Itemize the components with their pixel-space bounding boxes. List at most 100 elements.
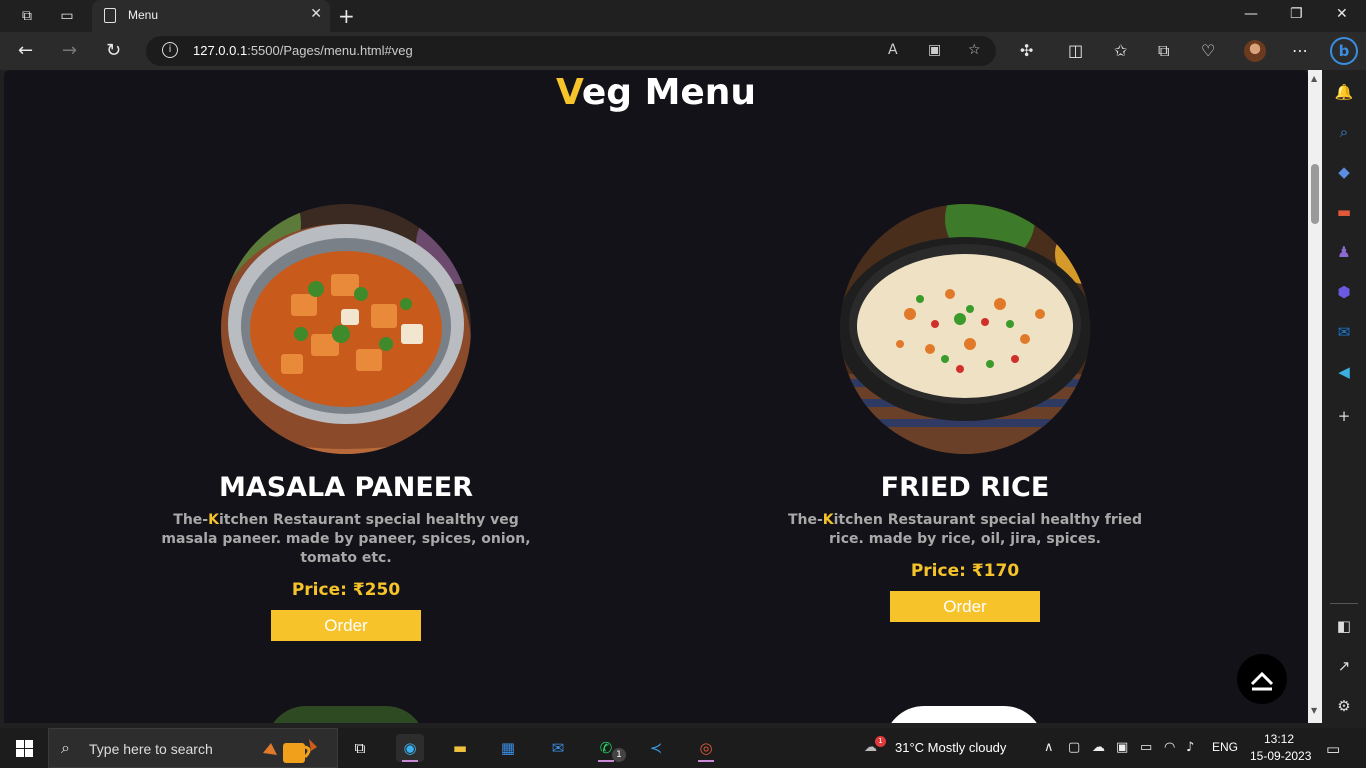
url-path: :5500/Pages/menu.html#veg: [247, 43, 413, 58]
site-info-icon[interactable]: i: [162, 42, 178, 58]
menu-card-fried-rice: FRIED RICE The-Kitchen Restaurant specia…: [755, 204, 1175, 622]
settings-gear-icon[interactable]: ⚙: [1334, 696, 1354, 716]
search-placeholder: Type here to search: [89, 741, 213, 757]
new-tab-icon[interactable]: +: [338, 4, 355, 28]
search-icon: ⌕: [61, 738, 70, 757]
menu-card-masala-paneer: MASALA PANEER The-Kitchen Restaurant spe…: [136, 204, 556, 641]
more-options-icon[interactable]: ⋯: [1292, 41, 1308, 60]
games-icon[interactable]: ♟: [1334, 242, 1354, 262]
scroll-up-arrow-icon[interactable]: ▲: [1311, 74, 1317, 83]
page-scrollbar[interactable]: ▲ ▼: [1308, 70, 1322, 723]
shopping-tag-icon[interactable]: ◆: [1334, 162, 1354, 182]
app-available-icon[interactable]: ▣: [928, 42, 941, 58]
notification-bell-icon[interactable]: 🔔: [1334, 82, 1354, 102]
sidebar-divider: [1330, 603, 1358, 604]
language-indicator[interactable]: ENG: [1212, 740, 1238, 754]
workspaces-icon[interactable]: ⧉: [18, 7, 36, 25]
dish-price: Price: ₹250: [291, 580, 401, 600]
mail-icon[interactable]: ✉: [544, 734, 572, 762]
desc-prefix: The-: [173, 512, 209, 528]
title-bar: ⧉ ▭ Menu ✕ + — ❐ ✕: [0, 0, 1366, 32]
page-icon: [104, 8, 116, 23]
whatsapp-icon[interactable]: ✆ 1: [592, 734, 626, 762]
weather-text[interactable]: 31°C Mostly cloudy: [895, 740, 1006, 755]
next-dish-image-partial: [266, 706, 426, 723]
show-hidden-icons-chevron-icon[interactable]: ∧: [1044, 740, 1054, 755]
extensions-icon[interactable]: ✣: [1020, 41, 1033, 60]
vscode-icon[interactable]: ≺: [642, 734, 670, 762]
profile-avatar[interactable]: [1244, 40, 1266, 62]
windows-taskbar: ⌕ Type here to search ⧉ ◉ ▬ ▦ ✉ ✆ 1 ≺ ◎ ☁…: [0, 728, 1366, 768]
taskbar-search-box[interactable]: ⌕ Type here to search: [48, 728, 338, 768]
split-screen-icon[interactable]: ◫: [1068, 41, 1083, 60]
order-button[interactable]: Order: [890, 591, 1040, 622]
fried-rice-image: [840, 204, 1090, 454]
desc-k-accent: K: [822, 512, 834, 528]
title-rest: eg Menu: [581, 72, 757, 113]
scroll-to-top-button[interactable]: [1237, 654, 1287, 704]
drop-icon[interactable]: ◀: [1334, 362, 1354, 382]
autumn-cup-icon: [263, 739, 317, 763]
battery-icon[interactable]: ▭: [1140, 740, 1152, 755]
outlook-icon[interactable]: ✉: [1334, 322, 1354, 342]
forward-icon[interactable]: →: [62, 40, 77, 61]
close-tab-icon[interactable]: ✕: [310, 6, 322, 22]
desc-k-accent: K: [208, 512, 219, 528]
meet-now-icon[interactable]: ▢: [1068, 740, 1080, 755]
edge-taskbar-icon[interactable]: ◉: [396, 734, 424, 762]
collections-icon[interactable]: ⧉: [1158, 41, 1169, 61]
favorites-icon[interactable]: ✩: [1114, 41, 1127, 60]
dish-name: FRIED RICE: [880, 472, 1050, 503]
tab-menu[interactable]: Menu ✕: [92, 0, 330, 32]
close-window-icon[interactable]: ✕: [1336, 6, 1348, 22]
next-dish-image-partial: [884, 706, 1044, 723]
volume-icon[interactable]: ♪: [1186, 740, 1194, 755]
bing-copilot-icon[interactable]: b: [1330, 37, 1358, 65]
read-aloud-icon[interactable]: A: [888, 42, 898, 58]
wifi-icon[interactable]: ◠: [1164, 740, 1175, 755]
active-indicator: [402, 760, 418, 762]
masala-paneer-image: [221, 204, 471, 454]
url-host: 127.0.0.1: [193, 43, 248, 58]
page-title: Veg Menu: [4, 72, 1308, 113]
favorite-star-icon[interactable]: ☆: [968, 42, 981, 58]
chevron-up-icon: [1250, 671, 1274, 691]
whatsapp-badge: 1: [612, 748, 626, 762]
tab-title: Menu: [128, 8, 159, 22]
chrome-icon[interactable]: ◎: [692, 734, 720, 762]
scroll-down-arrow-icon[interactable]: ▼: [1311, 706, 1317, 715]
tools-icon[interactable]: ▬: [1334, 202, 1354, 222]
windows-start-icon[interactable]: [16, 740, 33, 757]
scrollbar-thumb[interactable]: [1311, 164, 1319, 224]
display-icon[interactable]: ▣: [1116, 740, 1128, 755]
external-link-icon[interactable]: ↗: [1334, 656, 1354, 676]
task-view-icon[interactable]: ⧉: [346, 734, 374, 762]
order-button[interactable]: Order: [271, 610, 421, 641]
edge-sidebar: 🔔 ⌕ ◆ ▬ ♟ ⬢ ✉ ◀ + ◧ ↗ ⚙: [1322, 70, 1366, 723]
tab-actions-icon[interactable]: ▭: [58, 7, 76, 25]
active-indicator: [698, 760, 714, 762]
microsoft-store-icon[interactable]: ▦: [494, 734, 522, 762]
clock-time[interactable]: 13:12: [1264, 732, 1294, 746]
page-viewport: Veg Menu MASALA PANEER The-Kitchen Resta…: [4, 70, 1308, 723]
weather-badge: 1: [875, 736, 886, 747]
back-icon[interactable]: ←: [18, 40, 33, 61]
refresh-icon[interactable]: ↻: [106, 40, 121, 61]
onedrive-cloud-icon[interactable]: ☁: [1092, 740, 1105, 755]
minimize-icon[interactable]: —: [1244, 6, 1258, 22]
browser-essentials-icon[interactable]: ♡: [1201, 41, 1215, 60]
dish-name: MASALA PANEER: [218, 472, 474, 503]
file-explorer-icon[interactable]: ▬: [446, 734, 474, 762]
search-icon[interactable]: ⌕: [1334, 122, 1354, 142]
hide-sidebar-icon[interactable]: ◧: [1334, 616, 1354, 636]
address-bar[interactable]: i 127.0.0.1:5500/Pages/menu.html#veg A ▣…: [146, 36, 996, 66]
clock-date[interactable]: 15-09-2023: [1250, 749, 1311, 763]
url-text[interactable]: 127.0.0.1:5500/Pages/menu.html#veg: [193, 43, 413, 58]
add-icon[interactable]: +: [1334, 406, 1354, 426]
desc-prefix: The-: [787, 512, 823, 528]
dish-description: The-Kitchen Restaurant special healthy v…: [151, 511, 541, 568]
microsoft-365-icon[interactable]: ⬢: [1334, 282, 1354, 302]
notifications-icon[interactable]: ▭: [1326, 740, 1340, 758]
title-accent-letter: V: [555, 72, 582, 113]
restore-icon[interactable]: ❐: [1290, 6, 1303, 22]
